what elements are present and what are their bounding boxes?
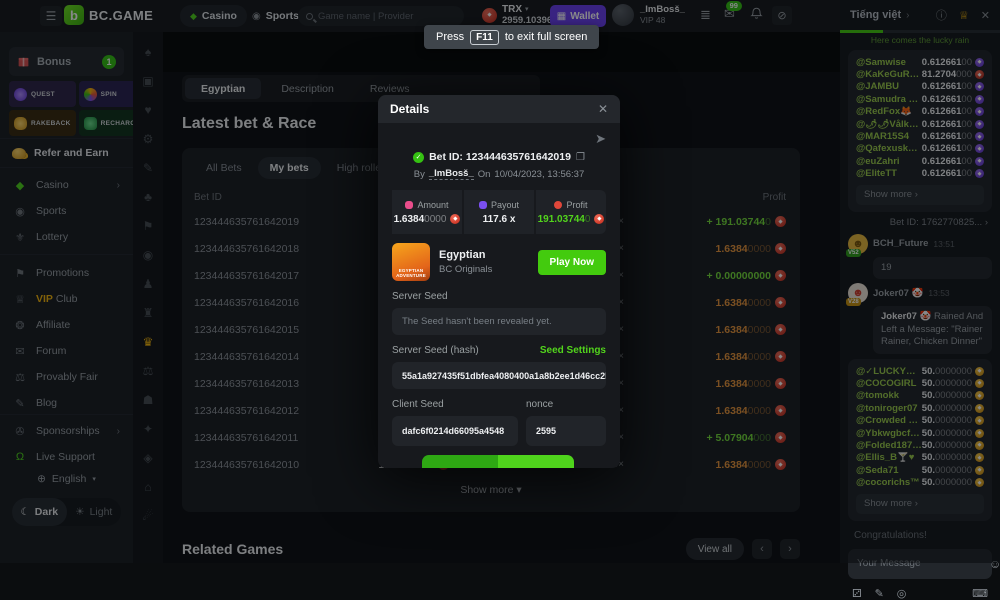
bet-author-link[interactable]: _ImBosš_ xyxy=(429,168,474,180)
game-row: EGYPTIAN ADVENTURE Egyptian BC Originals… xyxy=(392,243,606,281)
stat-value: 117.6 x xyxy=(483,214,516,225)
stat-cell: Payout 117.6 x xyxy=(464,190,534,234)
f11-key: F11 xyxy=(470,30,499,45)
game-provider: BC Originals xyxy=(439,264,529,275)
bet-datetime: 10/04/2023, 13:56:37 xyxy=(494,169,584,180)
server-seed-label: Server Seed xyxy=(392,291,448,302)
dice-icon[interactable]: ⚂ xyxy=(852,587,862,600)
fullscreen-toast: Press F11 to exit full screen xyxy=(424,25,599,49)
stat-label: Payout xyxy=(491,200,519,210)
coin-drop-icon[interactable]: ◎ xyxy=(897,587,907,600)
share-icon[interactable]: ➤ xyxy=(595,131,606,147)
stat-value: 1.63840000 xyxy=(394,214,461,225)
client-seed-field[interactable]: dafc6f0214d66095a4548 xyxy=(392,416,518,446)
modal-title: Details xyxy=(390,102,598,116)
stat-label: Profit xyxy=(566,200,587,210)
copy-icon[interactable]: ❐ xyxy=(576,152,585,163)
nonce-label: nonce xyxy=(526,399,553,410)
verified-shield-icon: ✓ xyxy=(413,152,424,163)
server-seed-hash-field[interactable]: 55a1a927435f51dbfea4080400a1a8b2ee1d46cc… xyxy=(392,362,606,389)
bet-details-modal: Details ✕ ➤ ✓ Bet ID: 123444635761642019… xyxy=(378,95,620,468)
server-seed-field[interactable]: The Seed hasn't been revealed yet. xyxy=(392,308,606,335)
play-now-button[interactable]: Play Now xyxy=(538,250,606,275)
bet-stats: Amount 1.63840000 Payout 117.6 x Profit … xyxy=(392,190,606,234)
stat-icon xyxy=(405,201,413,209)
stat-cell: Amount 1.63840000 xyxy=(392,190,462,234)
client-seed-label: Client Seed xyxy=(392,399,518,410)
stat-label: Amount xyxy=(417,200,448,210)
stat-value: 191.037440 xyxy=(538,214,605,225)
server-seed-hash-label: Server Seed (hash) xyxy=(392,345,479,356)
rules-icon[interactable]: ✎ xyxy=(875,587,884,600)
trx-coin-icon xyxy=(450,214,460,224)
modal-bet-id: Bet ID: 123444635761642019 xyxy=(429,151,571,163)
nonce-field[interactable]: 2595 xyxy=(526,416,606,446)
game-title: Egyptian xyxy=(439,249,529,261)
close-icon[interactable]: ✕ xyxy=(598,102,608,116)
stat-icon xyxy=(554,201,562,209)
seed-settings-link[interactable]: Seed Settings xyxy=(540,345,606,356)
keyboard-icon[interactable]: ⌨ xyxy=(972,587,988,600)
stat-icon xyxy=(479,201,487,209)
verify-button[interactable] xyxy=(422,455,574,468)
stat-cell: Profit 191.037440 xyxy=(536,190,606,234)
trx-coin-icon xyxy=(594,214,604,224)
modal-header: Details ✕ xyxy=(378,95,620,123)
chat-footer: ⚂ ✎ ◎ ⌨ xyxy=(840,579,1000,600)
game-thumbnail[interactable]: EGYPTIAN ADVENTURE xyxy=(392,243,430,281)
